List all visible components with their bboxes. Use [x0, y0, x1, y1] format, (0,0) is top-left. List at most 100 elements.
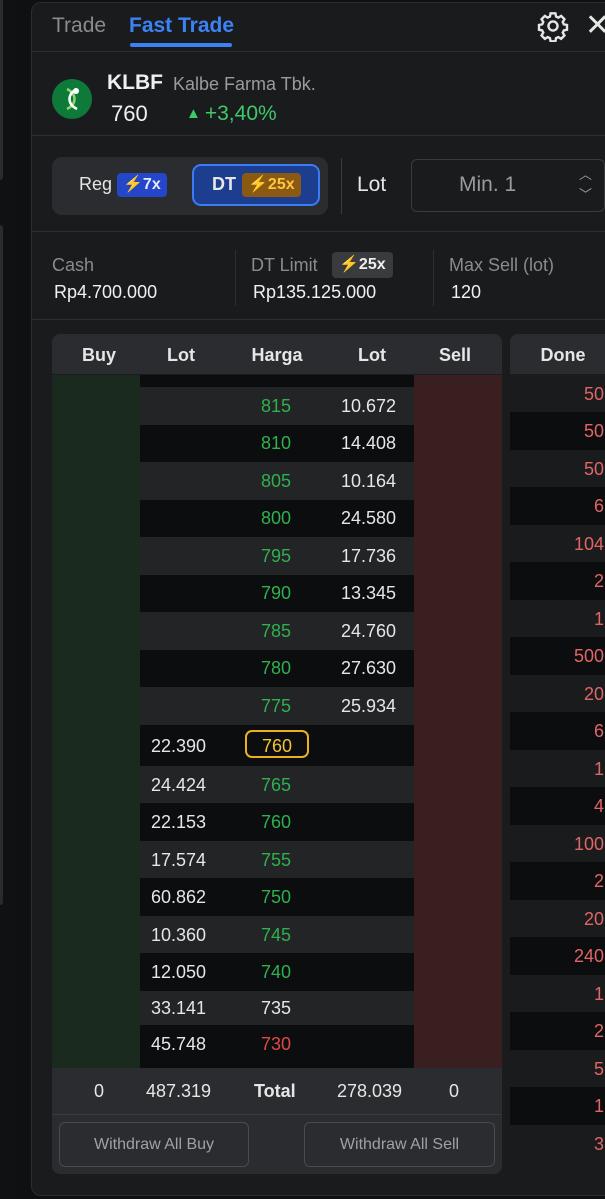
- stock-change: ▲ +3,40%: [186, 102, 277, 126]
- done-row: [510, 712, 605, 750]
- mode-reg-label[interactable]: Reg: [79, 174, 112, 195]
- reg-leverage-value: 7x: [142, 176, 161, 193]
- tab-fast-trade[interactable]: Fast Trade: [129, 14, 234, 38]
- quantity-stepper[interactable]: ︿ ﹀: [579, 165, 592, 205]
- withdraw-all-sell-button[interactable]: Withdraw All Sell: [304, 1122, 495, 1167]
- bid-price[interactable]: 760: [241, 812, 311, 833]
- header-price: Harga: [251, 345, 303, 365]
- total-sell: 0: [449, 1081, 460, 1101]
- divider: [235, 250, 236, 306]
- stock-price: 760: [111, 101, 148, 126]
- done-row: [510, 750, 605, 787]
- table-row: [140, 375, 414, 387]
- dt-leverage-badge[interactable]: ⚡25x: [242, 173, 301, 197]
- bid-price[interactable]: 730: [241, 1034, 311, 1055]
- done-value: 50: [583, 384, 604, 404]
- offer-lot: 10.164: [341, 471, 397, 491]
- offer-price[interactable]: 780: [241, 658, 311, 679]
- divider: [31, 231, 605, 232]
- max-sell-value: 120: [451, 282, 482, 302]
- done-value: 1: [593, 759, 604, 779]
- bid-price[interactable]: 750: [241, 887, 311, 908]
- done-value: 100: [573, 834, 604, 854]
- total-buy: 0: [94, 1081, 105, 1101]
- dt-limit-value: Rp135.125.000: [253, 282, 377, 302]
- offer-lot: 14.408: [341, 433, 397, 453]
- offer-price[interactable]: 785: [241, 621, 311, 642]
- done-value: 2: [593, 871, 604, 891]
- triangle-up-icon: ▲: [186, 105, 201, 122]
- close-icon[interactable]: ✕: [585, 8, 605, 43]
- offer-lot: 27.630: [341, 658, 397, 678]
- offer-price[interactable]: 800: [241, 508, 311, 529]
- done-value: 20: [583, 684, 604, 704]
- bid-lot: 17.574: [151, 850, 207, 870]
- done-value: 50: [583, 459, 604, 479]
- mode-dt-label[interactable]: DT: [212, 174, 236, 195]
- done-row: [510, 787, 605, 825]
- offer-price[interactable]: 810: [241, 433, 311, 454]
- offer-price[interactable]: 805: [241, 471, 311, 492]
- bid-price[interactable]: 745: [241, 925, 311, 946]
- bid-lot: 45.748: [151, 1034, 207, 1054]
- left-panel-edge: [0, 0, 14, 1199]
- sell-column[interactable]: [414, 375, 502, 1068]
- bid-lot: 24.424: [151, 775, 207, 795]
- divider: [341, 158, 342, 214]
- bid-lot: 22.153: [151, 812, 207, 832]
- done-value: 50: [583, 421, 604, 441]
- withdraw-all-buy-button[interactable]: Withdraw All Buy: [59, 1122, 249, 1167]
- offer-lot: 10.672: [341, 396, 397, 416]
- done-row: [510, 487, 605, 525]
- divider: [31, 319, 605, 320]
- done-value: 20: [583, 909, 604, 929]
- done-row: [510, 562, 605, 600]
- left-panel-divider: [0, 225, 3, 905]
- dt-limit-badge: ⚡25x: [332, 252, 393, 278]
- offer-price[interactable]: 790: [241, 583, 311, 604]
- header-buy-lot: Lot: [167, 345, 195, 365]
- total-sell-lot: 278.039: [337, 1081, 403, 1101]
- reg-leverage-badge[interactable]: ⚡7x: [117, 173, 167, 197]
- bid-price[interactable]: 755: [241, 850, 311, 871]
- offer-price[interactable]: 775: [241, 696, 311, 717]
- buy-column[interactable]: [52, 375, 140, 1068]
- tab-trade[interactable]: Trade: [52, 14, 106, 38]
- chevron-up-icon[interactable]: ︿: [579, 165, 592, 185]
- done-value: 5: [593, 1059, 604, 1079]
- left-panel-scrollbar[interactable]: [0, 0, 3, 180]
- bid-price[interactable]: 765: [241, 775, 311, 796]
- lot-input-placeholder[interactable]: Min. 1: [459, 173, 516, 197]
- done-value: 500: [573, 646, 604, 666]
- done-value: 6: [593, 496, 604, 516]
- lightning-icon: ⚡: [248, 176, 268, 193]
- total-buy-lot: 487.319: [146, 1081, 212, 1101]
- active-tab-indicator: [130, 43, 232, 47]
- cash-value: Rp4.700.000: [54, 282, 158, 302]
- done-value: 240: [573, 946, 604, 966]
- header-done: Done: [540, 345, 586, 365]
- offer-price[interactable]: 795: [241, 546, 311, 567]
- divider: [31, 135, 605, 136]
- bid-lot: 33.141: [151, 998, 207, 1018]
- done-row: [510, 862, 605, 900]
- done-value: 3: [593, 1134, 604, 1154]
- cash-label: Cash: [52, 255, 95, 275]
- bid-price[interactable]: 735: [241, 998, 311, 1019]
- offer-lot: 17.736: [341, 546, 397, 566]
- offer-price[interactable]: 815: [241, 396, 311, 417]
- done-row: [510, 1012, 605, 1050]
- lightning-icon: ⚡: [123, 176, 143, 193]
- gear-icon[interactable]: [537, 10, 569, 42]
- done-value: 104: [573, 534, 604, 554]
- dt-limit-label: DT Limit: [251, 255, 318, 275]
- lot-label: Lot: [357, 173, 387, 196]
- done-row: [510, 600, 605, 637]
- stock-ticker: KLBF: [107, 71, 163, 94]
- done-row: [510, 1125, 605, 1162]
- done-value: 6: [593, 721, 604, 741]
- chevron-down-icon[interactable]: ﹀: [579, 185, 592, 205]
- bid-price[interactable]: 740: [241, 962, 311, 983]
- lightning-icon: ⚡: [339, 256, 359, 273]
- current-price-marker[interactable]: 760: [245, 730, 309, 758]
